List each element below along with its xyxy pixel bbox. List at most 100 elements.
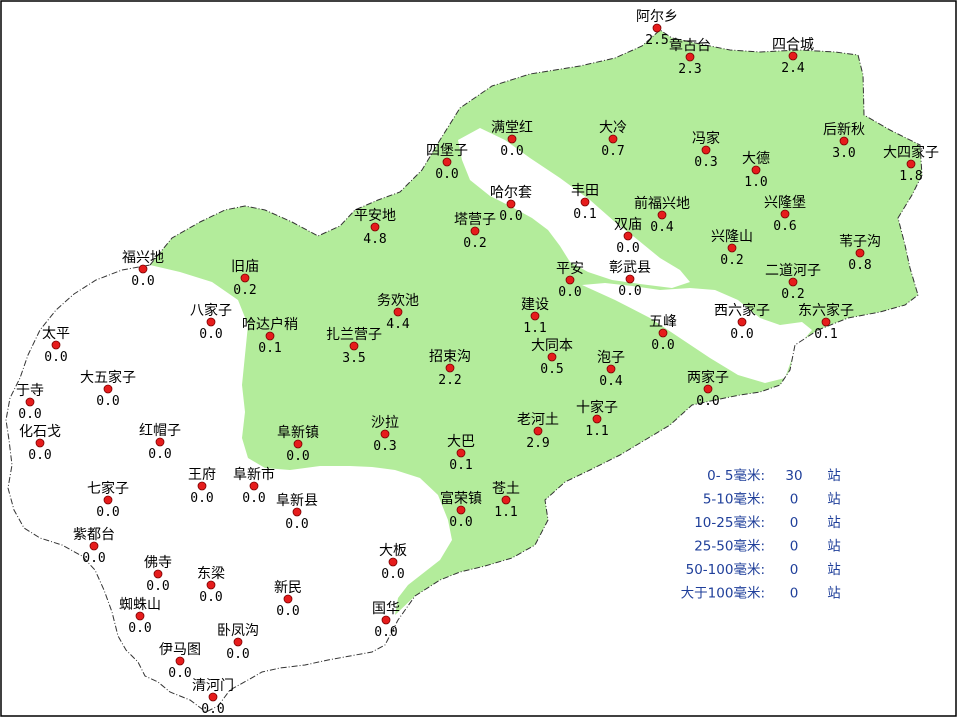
station-dot (855, 248, 865, 258)
station-value: 2.2 (438, 373, 461, 388)
station-dot (175, 656, 185, 666)
station-value: 0.0 (449, 515, 472, 530)
station-dot (240, 273, 250, 283)
station-name: 招束沟 (429, 349, 471, 365)
station-name: 蜘蛛山 (119, 597, 161, 613)
station-dot (751, 165, 761, 175)
station-dot (592, 414, 602, 424)
station-value: 0.0 (131, 274, 154, 289)
station-dot (685, 52, 695, 62)
station-dot (839, 136, 849, 146)
station-value: 3.5 (342, 351, 365, 366)
station-name: 后新秋 (823, 122, 865, 138)
station-value: 4.4 (386, 317, 410, 332)
station-name: 大冷 (599, 120, 627, 136)
station-value: 0.0 (500, 144, 523, 159)
station-name: 四堡子 (426, 143, 468, 159)
station-value: 0.0 (374, 625, 397, 640)
station-dot (565, 275, 575, 285)
station-value: 0.0 (148, 447, 171, 462)
station-name: 阜新市 (233, 466, 275, 483)
station-dot (456, 448, 466, 458)
station-value: 0.7 (601, 144, 624, 159)
station-value: 0.0 (381, 567, 404, 582)
station-name: 两家子 (687, 369, 729, 386)
station-value: 1.1 (585, 424, 608, 439)
station-value: 0.0 (128, 621, 151, 636)
station-name: 平安地 (354, 208, 396, 224)
station-name: 丰田 (571, 183, 599, 199)
station-value: 0.1 (814, 327, 837, 342)
station-dot (293, 439, 303, 449)
station-dot (533, 426, 543, 436)
station-value: 0.0 (168, 666, 191, 681)
station-dot (623, 231, 633, 241)
legend-count: 0 (790, 539, 799, 555)
station-value: 0.2 (233, 283, 256, 298)
station-name: 清河门 (192, 678, 234, 694)
station-name: 卧凤沟 (217, 623, 259, 639)
station-dot (51, 340, 61, 350)
station-value: 0.3 (373, 439, 396, 454)
station-name: 阜新县 (276, 492, 318, 509)
station-name: 东梁 (197, 566, 225, 582)
legend-range: 10-25毫米: (694, 514, 765, 531)
station-name: 兴隆山 (711, 229, 753, 245)
station-name: 彰武县 (609, 259, 651, 276)
station-name: 哈达户稍 (242, 316, 298, 333)
station-name: 苇子沟 (839, 234, 881, 250)
station-name: 紫都台 (73, 527, 115, 543)
station-name: 太平 (42, 326, 70, 342)
station-dot (197, 481, 207, 491)
station-dot (349, 341, 359, 351)
station-value: 2.5 (645, 33, 668, 48)
station-value: 0.2 (463, 236, 486, 251)
station-name: 阿尔乡 (636, 9, 678, 25)
station-value: 0.0 (696, 394, 719, 409)
station-dot (737, 317, 747, 327)
station-value: 0.0 (276, 604, 299, 619)
station-value: 2.4 (781, 61, 805, 76)
station-dot (381, 615, 391, 625)
station-dot (821, 317, 831, 327)
station-name: 老河土 (517, 412, 559, 428)
station-dot (206, 580, 216, 590)
station-dot (233, 637, 243, 647)
station-dot (206, 317, 216, 327)
station-dot (788, 277, 798, 287)
station-value: 0.1 (258, 341, 281, 356)
station-name: 东六家子 (798, 302, 854, 319)
station-name: 大同本 (531, 338, 573, 354)
station-value: 4.8 (363, 232, 386, 247)
station-dot (25, 397, 35, 407)
legend-range: 5-10毫米: (703, 491, 765, 508)
station-value: 0.2 (720, 253, 743, 268)
station-name: 务欢池 (377, 293, 419, 309)
station-dot (506, 199, 516, 209)
station-dot (388, 557, 398, 567)
station-name: 大五家子 (80, 369, 136, 386)
station-name: 阜新镇 (277, 424, 319, 441)
station-value: 0.0 (199, 590, 222, 605)
legend-count: 0 (790, 586, 799, 602)
station-name: 建设 (521, 297, 549, 313)
station-dot (608, 134, 618, 144)
station-dot (906, 159, 916, 169)
station-value: 0.0 (499, 209, 522, 224)
station-dot (780, 209, 790, 219)
station-name: 苍土 (492, 481, 520, 497)
station-value: 0.0 (44, 350, 67, 365)
station-name: 哈尔套 (490, 185, 532, 201)
station-dot (380, 429, 390, 439)
station-name: 满堂红 (491, 120, 533, 136)
station-value: 0.0 (651, 338, 674, 353)
station-value: 0.0 (558, 285, 581, 300)
station-name: 富荣镇 (440, 490, 482, 507)
station-dot (370, 222, 380, 232)
station-value: 0.0 (190, 491, 213, 506)
station-value: 0.0 (146, 579, 169, 594)
station-dot (208, 692, 218, 702)
station-name: 四合城 (772, 37, 814, 53)
legend-count: 0 (790, 492, 799, 508)
legend-range: 50-100毫米: (686, 561, 765, 578)
